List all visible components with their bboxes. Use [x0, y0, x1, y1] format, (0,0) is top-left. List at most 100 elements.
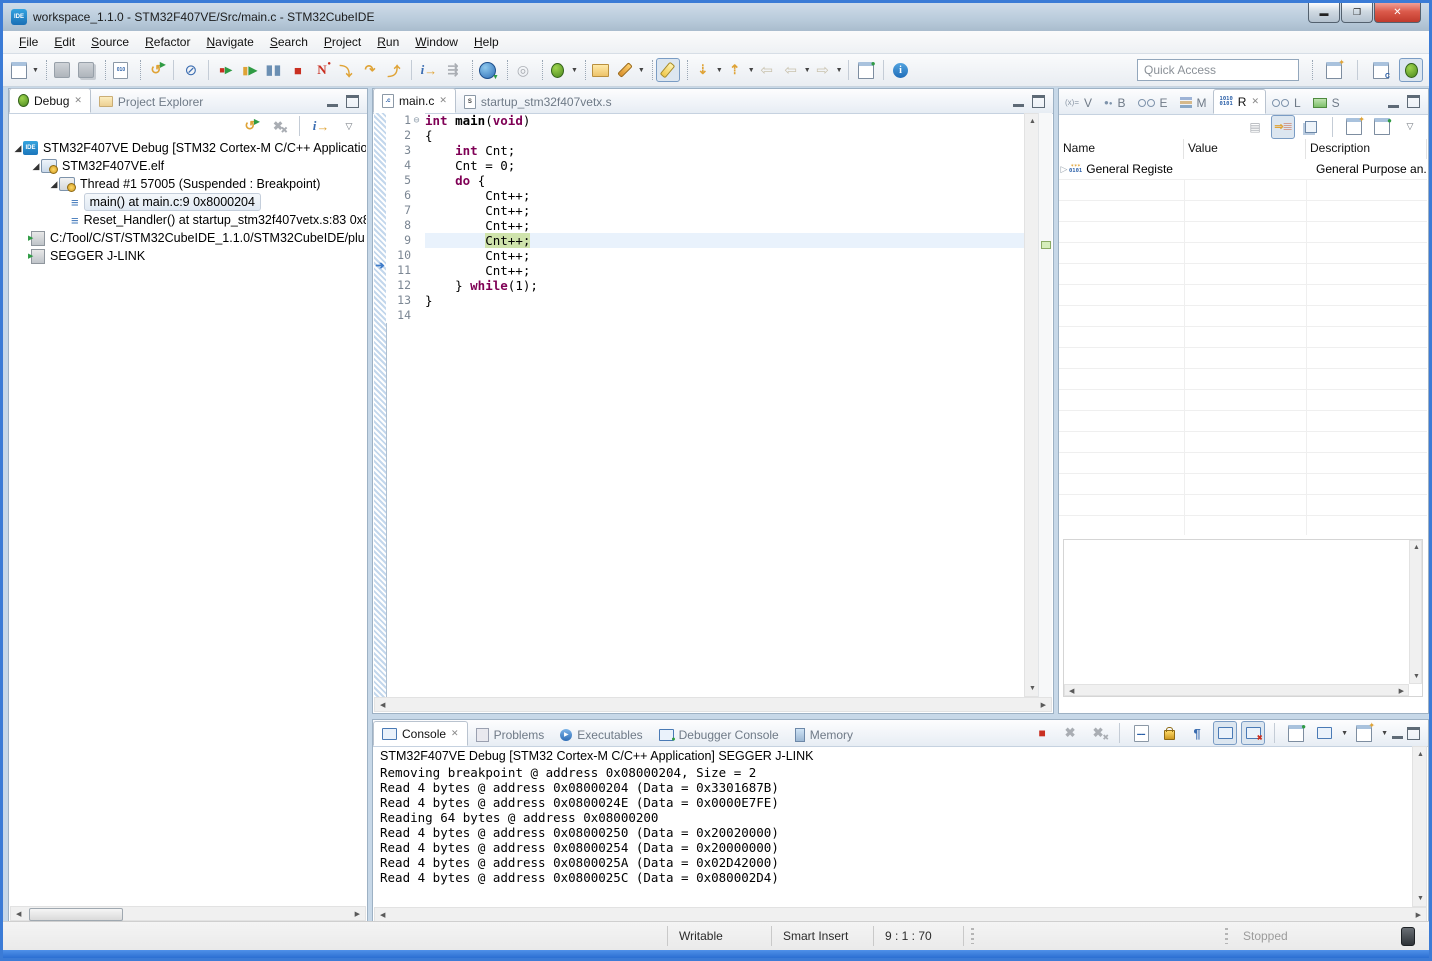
progress-indicator-icon[interactable] [1401, 922, 1415, 950]
reset-chip-icon[interactable]: ↺▶ [144, 58, 168, 82]
tree-item-gdb-process[interactable]: C:/Tool/C/ST/STM32CubeIDE_1.1.0/STM32Cub… [9, 229, 366, 247]
tree-item-thread[interactable]: ◢ Thread #1 57005 (Suspended : Breakpoin… [9, 175, 366, 193]
scroll-lock-icon[interactable] [1157, 721, 1181, 745]
mark-occurrences-icon[interactable] [656, 58, 680, 82]
open-console-icon[interactable]: ✦ [1352, 721, 1376, 745]
terminate-and-relaunch-icon[interactable]: ■▶ [214, 58, 238, 82]
save-icon[interactable] [50, 58, 74, 82]
minimize-window-button[interactable]: ▬ [1308, 3, 1340, 23]
tab-expressions[interactable]: E [1132, 91, 1174, 114]
open-console-dropdown-icon[interactable]: ▼ [1381, 730, 1388, 737]
build-icon[interactable]: 010 [109, 58, 133, 82]
tab-startup-s[interactable]: S startup_stm32f407vetx.s [456, 90, 620, 113]
instruction-stepping-icon[interactable]: i→ [417, 58, 441, 82]
menu-project[interactable]: Project [316, 33, 369, 51]
menu-search[interactable]: Search [262, 33, 316, 51]
tab-live-expressions[interactable]: L [1266, 91, 1307, 114]
previous-annotation-icon[interactable]: ⇡ [723, 58, 747, 82]
debug-launch-dropdown-icon[interactable]: ▼ [571, 67, 578, 74]
tab-debugger-console[interactable]: ● Debugger Console [651, 723, 787, 746]
step-into-icon[interactable]: ⤵ [334, 58, 358, 82]
external-tools-icon[interactable] [613, 58, 637, 82]
suspend-icon[interactable]: ▮▮ [262, 58, 286, 82]
debug-panel-hscrollbar[interactable]: ◀ ▶ [10, 906, 366, 921]
menu-help[interactable]: Help [466, 33, 507, 51]
column-name[interactable]: Name [1059, 139, 1184, 159]
tab-main-c-close-icon[interactable]: ✕ [439, 95, 447, 106]
maximize-window-button[interactable]: ❐ [1341, 3, 1373, 23]
register-group-row[interactable]: ▷ ✶✶✶ 0101 General Registe General Purpo… [1059, 159, 1427, 179]
tab-problems[interactable]: Problems [468, 723, 553, 746]
editor-overview-ruler[interactable] [1038, 113, 1052, 697]
open-perspective-icon[interactable]: ✦ [1322, 58, 1346, 82]
step-over-icon[interactable]: ↷ [358, 58, 382, 82]
tab-executables[interactable]: ▶ Executables [552, 723, 650, 746]
forward-icon[interactable]: ⇨ [811, 58, 835, 82]
collapse-arrow-icon[interactable]: ▷ [1059, 164, 1069, 175]
registers-minimize-icon[interactable] [1388, 96, 1399, 108]
tab-project-explorer[interactable]: Project Explorer [91, 90, 211, 113]
tab-debug-close-icon[interactable]: ✕ [74, 95, 82, 106]
info-icon[interactable]: i [889, 58, 913, 82]
debug-launch-icon[interactable] [546, 58, 570, 82]
tree-item-stack-frame-reset[interactable]: ≡ Reset_Handler() at startup_stm32f407ve… [9, 211, 366, 229]
remove-all-launches-icon[interactable]: ✖✖ [1086, 721, 1110, 745]
title-bar[interactable]: IDE workspace_1.1.0 - STM32F407VE/Src/ma… [3, 3, 1429, 31]
register-detail-pane[interactable]: ▲ ▼ ◀ ▶ [1063, 539, 1423, 697]
tab-breakpoints[interactable]: ●● B [1098, 91, 1131, 114]
code-area[interactable]: 1⊖int main(void) 2{ 3 int Cnt; 4 Cnt = 0… [386, 113, 1024, 697]
word-wrap-icon[interactable]: ¶ [1185, 721, 1209, 745]
new-wizard-icon[interactable] [7, 58, 31, 82]
use-step-filters-icon[interactable]: ⇶ [441, 58, 465, 82]
show-register-groups-icon[interactable]: ▤ [1243, 115, 1267, 139]
save-all-icon[interactable] [74, 58, 98, 82]
tab-main-c[interactable]: .c main.c ✕ [373, 88, 456, 113]
tab-memory[interactable]: Memory [787, 723, 861, 746]
expand-arrow-icon[interactable]: ◢ [13, 143, 23, 154]
update-target-icon[interactable]: ▼ [476, 58, 500, 82]
tab-variables[interactable]: (x)= V [1059, 91, 1098, 114]
menu-source[interactable]: Source [83, 33, 137, 51]
show-registers-tree-icon[interactable]: ⇒𝄙 [1271, 115, 1295, 139]
tab-console[interactable]: Console ✕ [373, 721, 468, 746]
skip-all-breakpoints-icon[interactable]: ⊘ [179, 58, 203, 82]
column-value[interactable]: Value [1184, 139, 1306, 159]
tab-sfrs[interactable]: S [1307, 91, 1346, 114]
console-maximize-icon[interactable] [1407, 727, 1420, 740]
external-tools-dropdown-icon[interactable]: ▼ [638, 67, 645, 74]
tab-registers[interactable]: 1010 0101 R ✕ [1213, 89, 1266, 114]
cpp-perspective-icon[interactable]: C [1369, 58, 1393, 82]
open-element-icon[interactable] [589, 58, 613, 82]
close-window-button[interactable]: ✕ [1374, 3, 1421, 23]
registers-maximize-icon[interactable] [1407, 95, 1420, 108]
show-stdout-icon[interactable] [1213, 721, 1237, 745]
tree-item-elf[interactable]: ◢ STM32F407VE.elf [9, 157, 366, 175]
tab-modules[interactable]: M [1174, 91, 1213, 114]
disconnect-icon[interactable]: N● [310, 58, 334, 82]
registers-view-menu-icon[interactable]: ▽ [1398, 115, 1422, 139]
console-hscrollbar[interactable]: ◀ ▶ [374, 907, 1427, 922]
debug-view-menu-icon[interactable]: ▽ [337, 114, 361, 138]
console-vscrollbar[interactable]: ▲ ▼ [1412, 746, 1427, 907]
debug-panel-maximize-icon[interactable] [346, 95, 359, 108]
target-power-icon[interactable]: ◎ [511, 58, 535, 82]
menu-refactor[interactable]: Refactor [137, 33, 198, 51]
debug-panel-minimize-icon[interactable] [327, 95, 338, 107]
display-console-icon[interactable] [1312, 721, 1336, 745]
step-return-icon[interactable]: ⤴ [382, 58, 406, 82]
tree-item-segger-jlink[interactable]: SEGGER J-LINK [9, 247, 366, 265]
previous-annotation-dropdown-icon[interactable]: ▼ [748, 67, 755, 74]
menu-edit[interactable]: Edit [46, 33, 83, 51]
quick-access-input[interactable] [1137, 59, 1299, 81]
selected-stack-frame[interactable]: main() at main.c:9 0x8000204 [84, 193, 261, 211]
menu-file[interactable]: File [11, 33, 46, 51]
console-output[interactable]: STM32F407VE Debug [STM32 Cortex-M C/C++ … [374, 746, 1411, 907]
pin-editor-icon[interactable]: ● [854, 58, 878, 82]
editor-maximize-icon[interactable] [1032, 95, 1045, 108]
expand-arrow-icon[interactable]: ◢ [49, 179, 59, 190]
pin-console-icon[interactable]: ● [1284, 721, 1308, 745]
pin-view-icon[interactable]: ● [1370, 115, 1394, 139]
editor-vscrollbar[interactable]: ▲ ▼ [1024, 113, 1039, 697]
next-annotation-dropdown-icon[interactable]: ▼ [716, 67, 723, 74]
tree-item-launch[interactable]: ◢ IDE STM32F407VE Debug [STM32 Cortex-M … [9, 139, 366, 157]
